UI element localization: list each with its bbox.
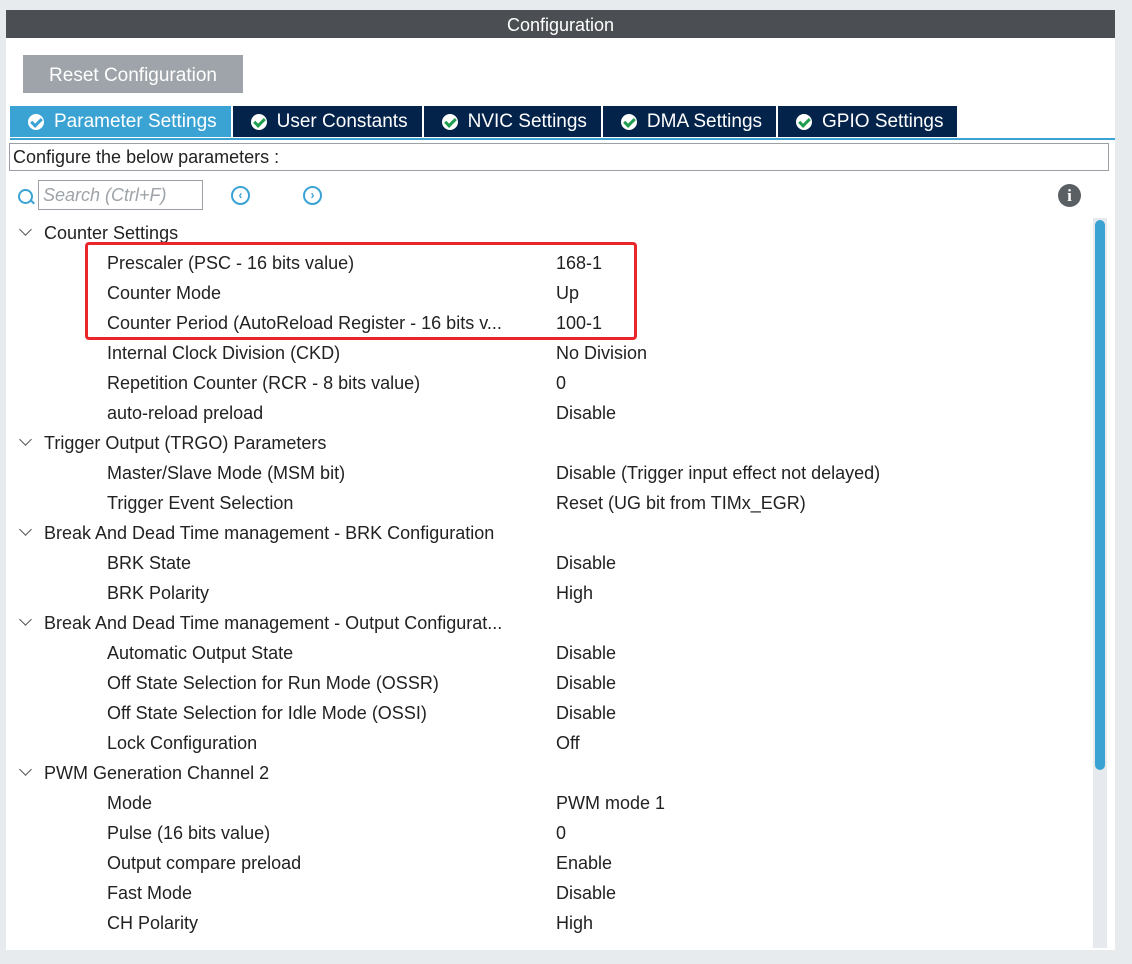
tab-bar: Parameter Settings User Constants NVIC S… — [10, 106, 959, 137]
param-row[interactable]: BRK Polarity High — [6, 578, 1091, 608]
group-pwm-channel-2[interactable]: PWM Generation Channel 2 — [6, 758, 1091, 788]
chevron-down-icon[interactable] — [19, 223, 32, 236]
check-circle-icon — [620, 113, 637, 130]
tab-dma-settings[interactable]: DMA Settings — [602, 106, 777, 137]
vertical-scrollbar[interactable] — [1093, 218, 1107, 948]
window-title: Configuration — [6, 10, 1115, 38]
param-label: Off State Selection for Run Mode (OSSR) — [107, 673, 439, 693]
search-input[interactable] — [38, 180, 203, 210]
param-value[interactable]: Off — [556, 728, 580, 758]
param-label: Automatic Output State — [107, 643, 294, 663]
group-brk-configuration[interactable]: Break And Dead Time management - BRK Con… — [6, 518, 1091, 548]
param-value[interactable]: Reset (UG bit from TIMx_EGR) — [556, 488, 806, 518]
group-output-configuration[interactable]: Break And Dead Time management - Output … — [6, 608, 1091, 638]
param-value[interactable]: PWM mode 1 — [556, 788, 665, 818]
param-value[interactable]: Disable (Trigger input effect not delaye… — [556, 458, 880, 488]
param-row[interactable]: Output compare preload Enable — [6, 848, 1091, 878]
param-label: Lock Configuration — [107, 733, 258, 753]
param-row[interactable]: Fast Mode Disable — [6, 878, 1091, 908]
param-value[interactable]: Disable — [556, 698, 616, 728]
tab-label: NVIC Settings — [467, 110, 587, 132]
param-value[interactable]: Disable — [556, 548, 616, 578]
param-value[interactable]: Disable — [556, 878, 616, 908]
info-icon[interactable]: i — [1058, 184, 1081, 207]
chevron-left-circle-icon[interactable]: ‹ — [231, 186, 250, 205]
check-circle-icon — [28, 113, 44, 130]
param-value[interactable]: 0 — [556, 818, 566, 848]
tab-user-constants[interactable]: User Constants — [232, 106, 422, 137]
param-label: auto-reload preload — [107, 403, 264, 423]
param-row[interactable]: Off State Selection for Idle Mode (OSSI)… — [6, 698, 1091, 728]
param-row[interactable]: BRK State Disable — [6, 548, 1091, 578]
param-row[interactable]: Automatic Output State Disable — [6, 638, 1091, 668]
param-value[interactable]: High — [556, 578, 593, 608]
param-label: CH Polarity — [107, 913, 199, 933]
param-value[interactable]: Disable — [556, 398, 616, 428]
tab-parameter-settings[interactable]: Parameter Settings — [10, 106, 231, 137]
group-label: Break And Dead Time management - BRK Con… — [44, 523, 495, 543]
param-value[interactable]: No Division — [556, 338, 647, 368]
param-row[interactable]: Trigger Event Selection Reset (UG bit fro… — [6, 488, 1091, 518]
tab-underline — [10, 138, 1115, 140]
check-circle-icon — [441, 113, 458, 130]
search-icon — [18, 189, 33, 204]
chevron-down-icon[interactable] — [19, 523, 32, 536]
param-label: Mode — [107, 793, 153, 813]
tab-label: Parameter Settings — [54, 110, 217, 132]
param-row[interactable]: Mode PWM mode 1 — [6, 788, 1091, 818]
param-value[interactable]: 0 — [556, 368, 566, 398]
param-label: Master/Slave Mode (MSM bit) — [107, 463, 346, 483]
chevron-down-icon[interactable] — [19, 763, 32, 776]
param-label: Trigger Event Selection — [107, 493, 294, 513]
param-value[interactable]: High — [556, 908, 593, 938]
param-row[interactable]: Internal Clock Division (CKD) No Division — [6, 338, 1091, 368]
param-value[interactable]: Disable — [556, 668, 616, 698]
group-label: Break And Dead Time management - Output … — [44, 613, 503, 633]
scrollbar-thumb[interactable] — [1095, 220, 1105, 770]
chevron-right-circle-icon[interactable]: › — [303, 186, 322, 205]
highlight-annotation-box — [85, 242, 637, 340]
tab-nvic-settings[interactable]: NVIC Settings — [423, 106, 601, 137]
param-label: BRK Polarity — [107, 583, 210, 603]
tab-label: User Constants — [276, 110, 408, 132]
param-label: Off State Selection for Idle Mode (OSSI) — [107, 703, 427, 723]
param-value[interactable]: Disable — [556, 638, 616, 668]
tab-label: GPIO Settings — [822, 110, 944, 132]
check-circle-icon — [250, 113, 267, 130]
chevron-down-icon[interactable] — [19, 613, 32, 626]
param-row[interactable]: Off State Selection for Run Mode (OSSR) D… — [6, 668, 1091, 698]
tab-label: DMA Settings — [646, 110, 763, 132]
param-value[interactable]: Enable — [556, 848, 612, 878]
bottom-edge — [0, 952, 1132, 964]
config-description: Configure the below parameters : — [9, 143, 1109, 171]
param-row[interactable]: Master/Slave Mode (MSM bit) Disable (Trig… — [6, 458, 1091, 488]
reset-configuration-button[interactable]: Reset Configuration — [23, 55, 243, 93]
tab-gpio-settings[interactable]: GPIO Settings — [778, 106, 958, 137]
configuration-window: Configuration Reset Configuration Parame… — [6, 10, 1115, 950]
chevron-down-icon[interactable] — [19, 433, 32, 446]
param-label: Internal Clock Division (CKD) — [107, 343, 341, 363]
param-row[interactable]: auto-reload preload Disable — [6, 398, 1091, 428]
param-label: Output compare preload — [107, 853, 302, 873]
check-circle-icon — [796, 113, 813, 130]
group-label: PWM Generation Channel 2 — [44, 763, 270, 783]
param-row[interactable]: CH Polarity High — [6, 908, 1091, 938]
param-label: Pulse (16 bits value) — [107, 823, 271, 843]
param-row[interactable]: Pulse (16 bits value) 0 — [6, 818, 1091, 848]
param-label: Repetition Counter (RCR - 8 bits value) — [107, 373, 421, 393]
group-trigger-output[interactable]: Trigger Output (TRGO) Parameters — [6, 428, 1091, 458]
param-label: Fast Mode — [107, 883, 193, 903]
param-label: BRK State — [107, 553, 192, 573]
group-label: Trigger Output (TRGO) Parameters — [44, 433, 327, 453]
param-row[interactable]: Repetition Counter (RCR - 8 bits value) 0 — [6, 368, 1091, 398]
param-row[interactable]: Lock Configuration Off — [6, 728, 1091, 758]
